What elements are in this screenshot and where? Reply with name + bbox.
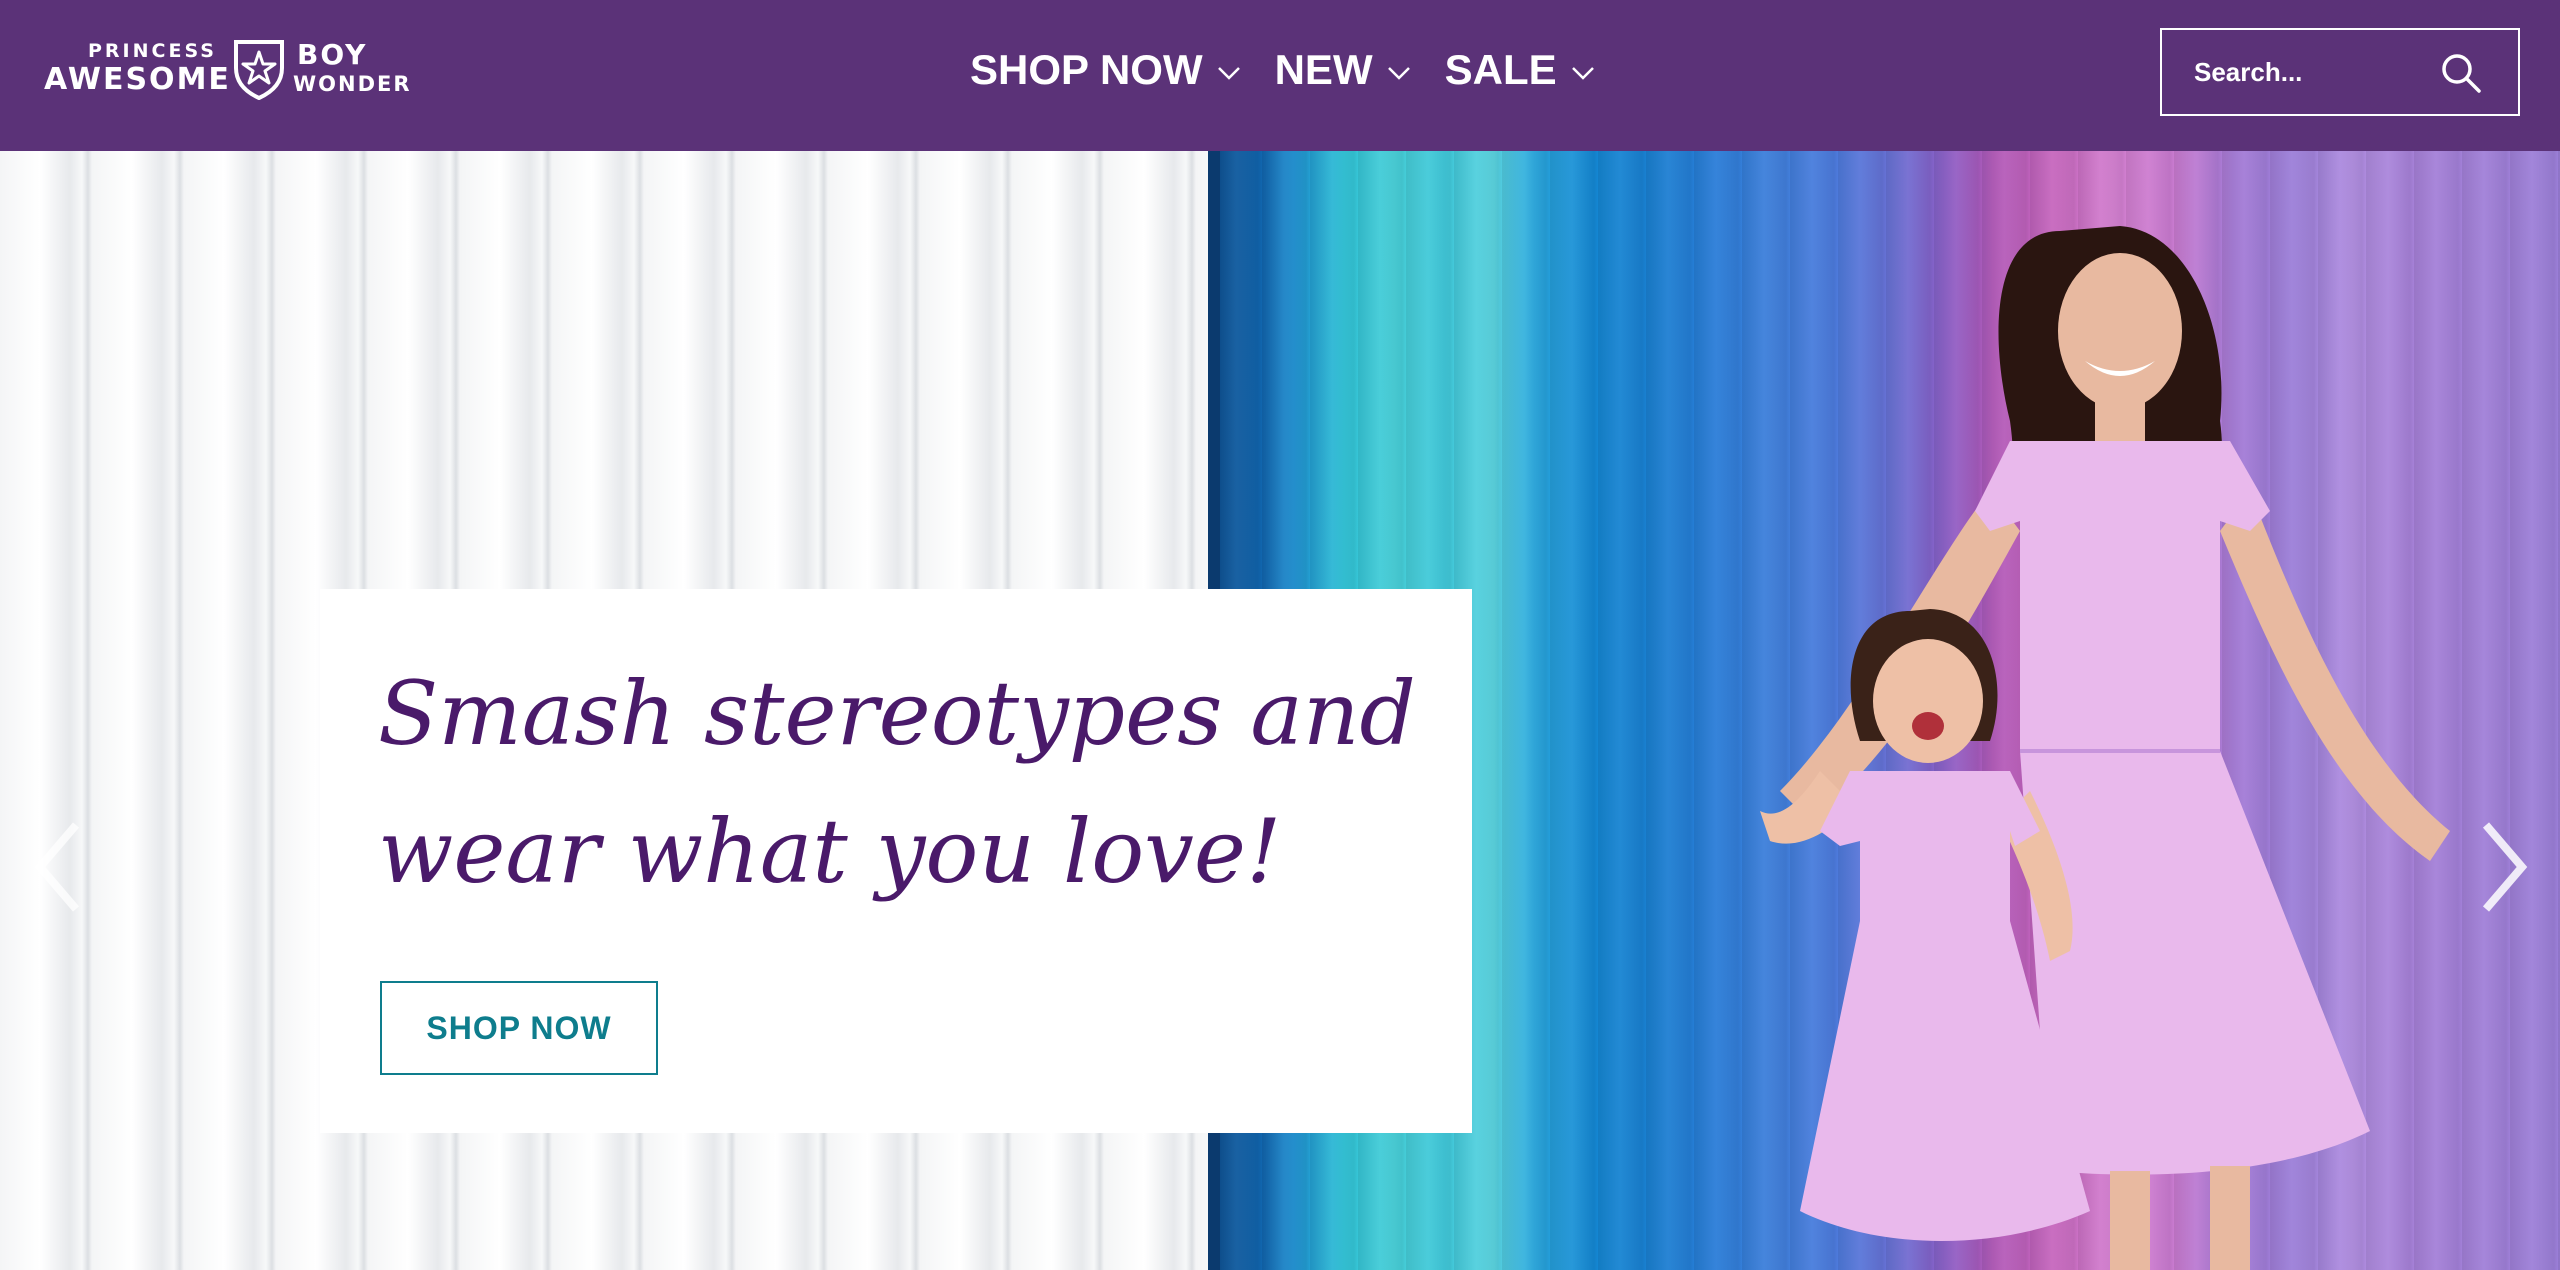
nav-sale[interactable]: SALE [1445, 46, 1595, 94]
site-header: PRINCESS AWESOME BOY WONDER SHOP NOW NEW… [0, 0, 2560, 151]
logo-text-princess: PRINCESS [88, 40, 217, 62]
logo-text-awesome: AWESOME [44, 62, 231, 97]
nav-new[interactable]: NEW [1275, 46, 1411, 94]
chevron-down-icon [1217, 67, 1240, 80]
hero-headline: Smash stereotypes and wear what you love… [378, 662, 1416, 903]
search-box [2160, 28, 2520, 116]
carousel-next-button[interactable] [2474, 817, 2534, 917]
hero-banner: Smash stereotypes and wear what you love… [0, 151, 2560, 1270]
carousel-prev-button[interactable] [28, 817, 88, 917]
logo-text-boy: BOY [297, 38, 368, 71]
hero-callout-card: Smash stereotypes and wear what you love… [320, 589, 1472, 1133]
nav-shop-now-label: SHOP NOW [970, 46, 1203, 93]
chevron-down-icon [1571, 67, 1594, 80]
logo-text-wonder: WONDER [293, 72, 412, 96]
search-input[interactable] [2192, 55, 2432, 89]
shield-icon [234, 40, 284, 100]
search-icon[interactable] [2440, 52, 2482, 94]
nav-new-label: NEW [1274, 46, 1373, 93]
brand-logo[interactable]: PRINCESS AWESOME BOY WONDER [44, 38, 414, 102]
hero-photo-child [1760, 609, 2090, 1241]
main-nav: SHOP NOW NEW SALE [970, 40, 1629, 100]
hero-shop-now-button[interactable]: SHOP NOW [380, 981, 658, 1075]
nav-sale-label: SALE [1444, 46, 1557, 93]
nav-shop-now[interactable]: SHOP NOW [970, 46, 1241, 94]
chevron-down-icon [1387, 67, 1410, 80]
